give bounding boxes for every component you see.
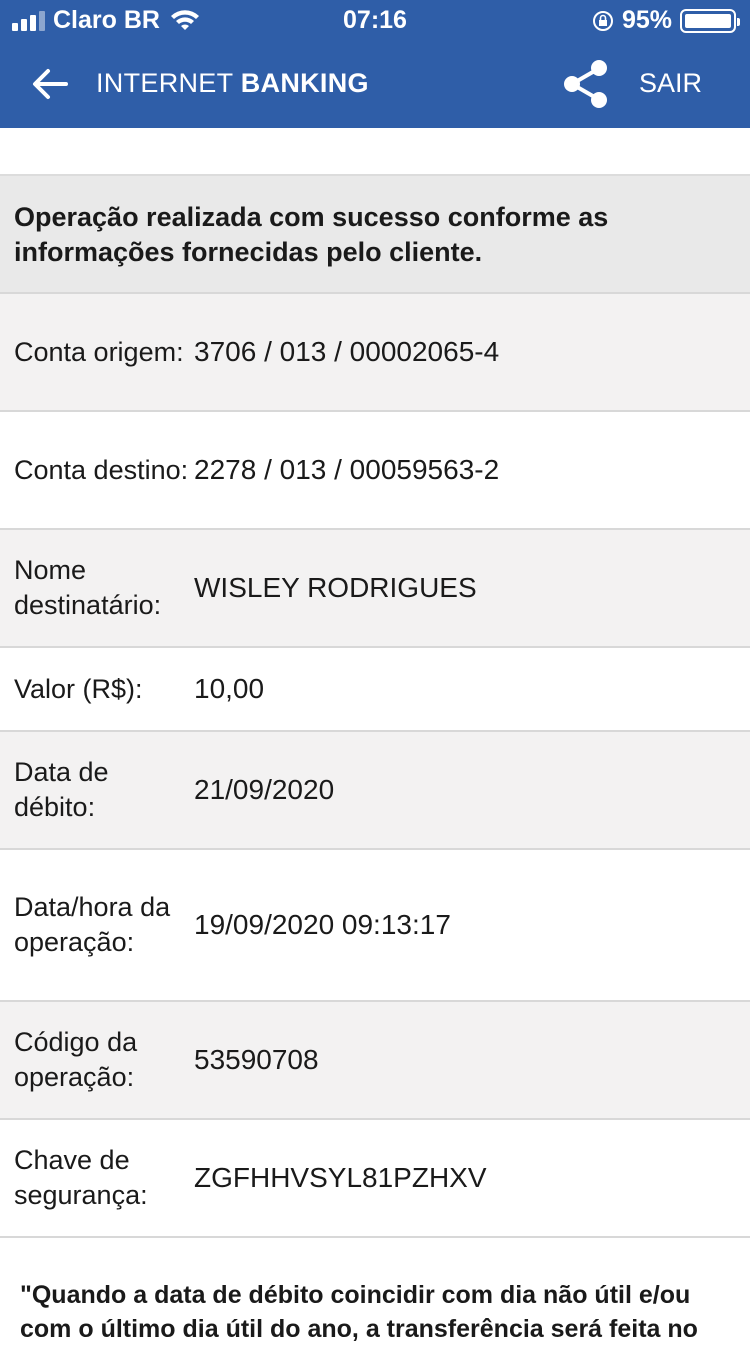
orientation-lock-icon [592, 10, 613, 31]
status-bar: Claro BR 07:16 95% [0, 0, 750, 40]
success-message: Operação realizada com sucesso conforme … [0, 176, 750, 294]
battery-icon [680, 8, 740, 33]
receipt-details: Conta origem: 3706 / 013 / 00002065-4 Co… [0, 294, 750, 1238]
detail-label: Código da operação: [14, 1027, 138, 1092]
detail-label: Chave de segurança: [14, 1145, 148, 1210]
detail-row-data-debito: Data de débito: 21/09/2020 [0, 732, 750, 850]
detail-row-nome-destinatario: Nome destinatário: WISLEY RODRIGUES [0, 530, 750, 648]
detail-row-codigo-operacao: Código da operação: 53590708 [0, 1002, 750, 1120]
detail-value: 3706 / 013 / 00002065-4 [194, 336, 500, 367]
detail-value: WISLEY RODRIGUES [194, 572, 477, 603]
detail-value: 10,00 [194, 673, 265, 704]
detail-row-chave-seguranca: Chave de segurança: ZGFHHVSYL81PZHXV [0, 1120, 750, 1238]
detail-row-conta-origem: Conta origem: 3706 / 013 / 00002065-4 [0, 294, 750, 412]
battery-percent: 95% [621, 6, 672, 34]
detail-label: Valor (R$): [14, 673, 143, 704]
top-bar: Claro BR 07:16 95% INTERNET BANKING SAIR [0, 0, 750, 128]
title-prefix: INTERNET [96, 68, 233, 98]
detail-value: 19/09/2020 09:13:17 [194, 909, 451, 940]
detail-label: Data/hora da operação: [14, 892, 171, 957]
detail-value: 2278 / 013 / 00059563-2 [194, 454, 500, 485]
share-icon[interactable] [560, 58, 612, 110]
page-title: INTERNET BANKING [96, 68, 369, 99]
back-arrow-icon[interactable] [28, 62, 72, 106]
detail-label: Conta origem: [14, 336, 184, 367]
detail-label: Conta destino: [14, 454, 189, 485]
spacer [0, 128, 750, 176]
nav-bar: INTERNET BANKING SAIR [0, 40, 750, 128]
detail-row-conta-destino: Conta destino: 2278 / 013 / 00059563-2 [0, 412, 750, 530]
detail-value: ZGFHHVSYL81PZHXV [194, 1162, 487, 1193]
detail-value: 53590708 [194, 1044, 319, 1075]
detail-label: Data de débito: [14, 757, 109, 822]
detail-row-valor: Valor (R$): 10,00 [0, 648, 750, 732]
logout-button[interactable]: SAIR [639, 68, 702, 99]
detail-label: Nome destinatário: [14, 555, 162, 620]
detail-row-data-hora-operacao: Data/hora da operação: 19/09/2020 09:13:… [0, 850, 750, 1002]
title-bold: BANKING [240, 68, 369, 98]
disclaimer-note: "Quando a data de débito coincidir com d… [20, 1281, 698, 1343]
detail-value: 21/09/2020 [194, 774, 335, 805]
